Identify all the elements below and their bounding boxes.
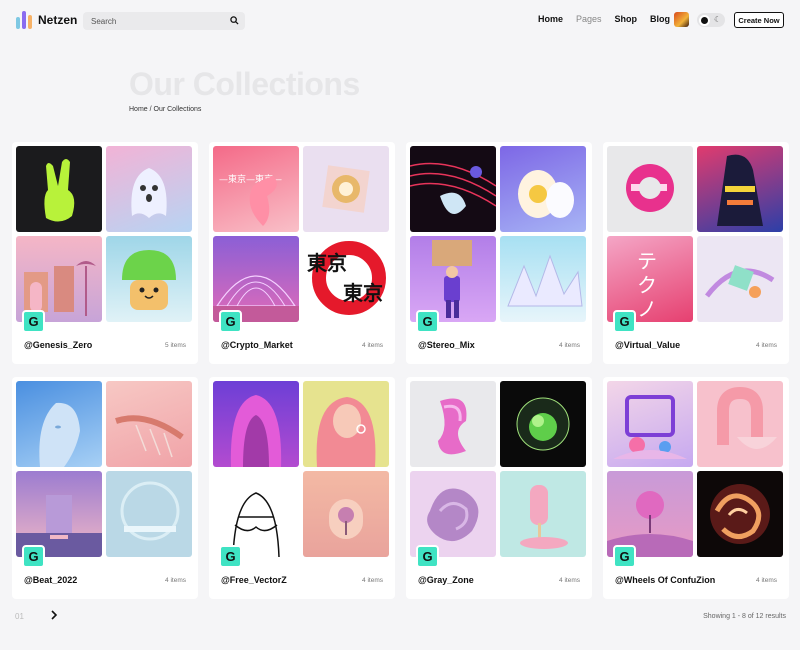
svg-text:テ: テ bbox=[637, 249, 657, 273]
collection-thumbnail[interactable] bbox=[410, 146, 496, 232]
collection-name[interactable]: @Free_VectorZ bbox=[221, 575, 287, 585]
collection-thumbnail[interactable] bbox=[607, 146, 693, 232]
item-count: 4 items bbox=[559, 342, 580, 349]
collection-thumbnail[interactable] bbox=[500, 381, 586, 467]
collection-thumbnail[interactable] bbox=[16, 381, 102, 467]
collection-card[interactable]: G @Free_VectorZ 4 items bbox=[209, 377, 395, 599]
user-avatar[interactable] bbox=[674, 12, 689, 27]
nav-pages[interactable]: Pages bbox=[576, 14, 602, 24]
page-title: Our Collections bbox=[129, 66, 360, 102]
svg-text:東京: 東京 bbox=[307, 251, 347, 275]
collection-card[interactable]: G @Genesis_Zero 5 items bbox=[12, 142, 198, 364]
collection-avatar[interactable]: G bbox=[219, 545, 242, 568]
collection-avatar[interactable]: G bbox=[22, 310, 45, 333]
collection-thumbnail[interactable] bbox=[303, 471, 389, 557]
collection-thumbnail[interactable] bbox=[697, 381, 783, 467]
svg-text:ク: ク bbox=[637, 273, 657, 297]
collection-thumbnail[interactable] bbox=[303, 381, 389, 467]
collection-thumbnail[interactable]: 東京 東京 bbox=[303, 236, 389, 322]
results-count: Showing 1 - 8 of 12 results bbox=[703, 613, 786, 620]
logo-icon bbox=[16, 11, 32, 29]
collection-thumbnail[interactable] bbox=[410, 381, 496, 467]
item-count: 4 items bbox=[756, 577, 777, 584]
collection-thumbnail[interactable] bbox=[106, 236, 192, 322]
collection-card[interactable]: —東京—東京— 東京 東京 G @Crypto_Market 4 items bbox=[209, 142, 395, 364]
collection-thumbnail[interactable]: —東京—東京— bbox=[213, 146, 299, 232]
collection-name[interactable]: @Virtual_Value bbox=[615, 340, 680, 350]
item-count: 4 items bbox=[362, 342, 383, 349]
nav-home[interactable]: Home bbox=[538, 14, 563, 24]
collection-card[interactable]: G @Wheels Of ConfuZion 4 items bbox=[603, 377, 789, 599]
collection-card[interactable]: G @Beat_2022 4 items bbox=[12, 377, 198, 599]
search-bar bbox=[83, 12, 245, 30]
collection-thumbnail[interactable] bbox=[500, 146, 586, 232]
collection-thumbnail[interactable] bbox=[303, 146, 389, 232]
light-mode-icon bbox=[699, 14, 710, 26]
nav-blog[interactable]: Blog bbox=[650, 14, 670, 24]
collection-name[interactable]: @Genesis_Zero bbox=[24, 340, 92, 350]
collection-thumbnail[interactable] bbox=[607, 381, 693, 467]
brand-name: Netzen bbox=[38, 13, 78, 27]
search-icon[interactable] bbox=[230, 16, 239, 25]
collection-avatar[interactable]: G bbox=[219, 310, 242, 333]
moon-icon: ☾ bbox=[714, 15, 722, 24]
collection-thumbnail[interactable] bbox=[697, 236, 783, 322]
collection-thumbnail[interactable] bbox=[213, 381, 299, 467]
collection-card[interactable]: G @Stereo_Mix 4 items bbox=[406, 142, 592, 364]
nav-shop[interactable]: Shop bbox=[615, 14, 638, 24]
collection-thumbnail[interactable] bbox=[106, 381, 192, 467]
collection-thumbnail[interactable] bbox=[500, 236, 586, 322]
collection-card[interactable]: G @Gray_Zone 4 items bbox=[406, 377, 592, 599]
collection-thumbnail[interactable] bbox=[106, 471, 192, 557]
collection-name[interactable]: @Crypto_Market bbox=[221, 340, 293, 350]
collection-thumbnail[interactable] bbox=[500, 471, 586, 557]
brand-logo[interactable]: Netzen bbox=[16, 11, 77, 29]
item-count: 4 items bbox=[362, 577, 383, 584]
breadcrumb: Home / Our Collections bbox=[129, 106, 202, 113]
collection-avatar[interactable]: G bbox=[416, 545, 439, 568]
theme-toggle[interactable]: ☾ bbox=[697, 13, 725, 27]
search-input[interactable] bbox=[91, 16, 221, 26]
collection-avatar[interactable]: G bbox=[613, 310, 636, 333]
pagination-prev[interactable]: 01 bbox=[15, 612, 24, 621]
collection-thumbnail[interactable] bbox=[16, 146, 102, 232]
chevron-right-icon[interactable] bbox=[50, 610, 58, 620]
main-nav: Home Pages Shop Blog bbox=[538, 14, 670, 24]
collection-avatar[interactable]: G bbox=[22, 545, 45, 568]
create-now-button[interactable]: Create Now bbox=[734, 12, 784, 28]
item-count: 4 items bbox=[756, 342, 777, 349]
svg-text:東京: 東京 bbox=[343, 281, 383, 305]
collection-name[interactable]: @Wheels Of ConfuZion bbox=[615, 575, 715, 585]
collection-card[interactable]: テクノ G @Virtual_Value 4 items bbox=[603, 142, 789, 364]
svg-text:ノ: ノ bbox=[637, 297, 657, 321]
collection-name[interactable]: @Beat_2022 bbox=[24, 575, 77, 585]
collection-name[interactable]: @Stereo_Mix bbox=[418, 340, 475, 350]
collection-thumbnail[interactable] bbox=[697, 471, 783, 557]
site-header: Netzen Home Pages Shop Blog ☾ Create Now bbox=[0, 0, 800, 42]
collection-thumbnail[interactable] bbox=[106, 146, 192, 232]
item-count: 4 items bbox=[559, 577, 580, 584]
collection-avatar[interactable]: G bbox=[613, 545, 636, 568]
collection-thumbnail[interactable] bbox=[697, 146, 783, 232]
collection-avatar[interactable]: G bbox=[416, 310, 439, 333]
collection-name[interactable]: @Gray_Zone bbox=[418, 575, 474, 585]
item-count: 4 items bbox=[165, 577, 186, 584]
item-count: 5 items bbox=[165, 342, 186, 349]
